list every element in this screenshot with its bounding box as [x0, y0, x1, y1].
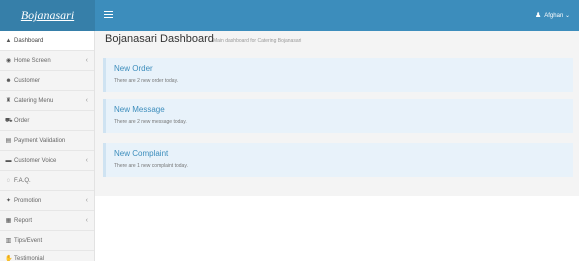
users-icon: ☻ — [5, 78, 12, 84]
envelope-icon: ▬ — [5, 158, 12, 164]
sidebar-item-label: Catering Menu — [14, 98, 54, 104]
chevron-down-icon: ⌄ — [564, 13, 570, 19]
callout-text: There are 2 new order today. — [114, 78, 179, 84]
page-title: Bojanasari Dashboard — [105, 33, 214, 45]
chevron-left-icon: ‹ — [85, 57, 88, 64]
callout-new-complaint: New Complaint There are 1 new complaint … — [103, 143, 573, 177]
sidebar-item-customer-voice[interactable]: ▬ Customer Voice ‹ — [0, 151, 94, 171]
callout-text: There are 2 new message today. — [114, 119, 187, 125]
sidebar-item-promotion[interactable]: ✦ Promotion ‹ — [0, 191, 94, 211]
chevron-left-icon: ‹ — [85, 97, 88, 104]
eye-icon: ◉ — [5, 58, 12, 64]
sidebar-item-dashboard[interactable]: ▲ Dashboard — [0, 31, 94, 51]
comment-icon: ◌ — [6, 178, 11, 184]
cutlery-icon: ♜ — [5, 98, 12, 104]
chevron-left-icon: ‹ — [85, 157, 88, 164]
sidebar-toggle-icon[interactable] — [104, 11, 113, 18]
content-blank-area — [95, 196, 579, 261]
thumbs-up-icon: ✋ — [5, 256, 13, 261]
callout-new-order: New Order There are 2 new order today. — [103, 58, 573, 92]
brand-logo[interactable]: Bojanasari — [0, 0, 95, 31]
chevron-left-icon: ‹ — [85, 217, 88, 224]
callout-title: New Message — [114, 105, 165, 114]
sidebar-item-catering-menu[interactable]: ♜ Catering Menu ‹ — [0, 91, 94, 111]
cart-icon: ⛟ — [5, 118, 13, 124]
sidebar-item-label: Order — [14, 118, 30, 124]
main-content: Bojanasari Dashboard Main dashboard for … — [95, 31, 579, 261]
bullhorn-icon: ✦ — [5, 198, 12, 204]
sidebar-item-payment-validation[interactable]: ▤ Payment Validation — [0, 131, 94, 151]
sidebar-item-label: Customer Voice — [14, 158, 57, 164]
credit-card-icon: ▤ — [5, 138, 12, 144]
sidebar-item-tips-event[interactable]: ▥ Tips/Event — [0, 231, 94, 251]
sidebar-item-customer[interactable]: ☻ Customer — [0, 71, 94, 91]
sidebar-item-order[interactable]: ⛟ Order — [0, 111, 94, 131]
callout-text: There are 1 new complaint today. — [114, 163, 188, 169]
sidebar-item-label: Dashboard — [14, 38, 44, 44]
sidebar-item-faq[interactable]: ◌ F.A.Q. — [0, 171, 94, 191]
sidebar-item-label: F.A.Q. — [14, 178, 31, 184]
chevron-left-icon: ‹ — [85, 197, 88, 204]
sidebar-item-label: Home Screen — [14, 58, 51, 64]
sidebar: ▲ Dashboard ◉ Home Screen ‹ ☻ Customer ♜… — [0, 31, 95, 261]
callout-title: New Order — [114, 64, 153, 73]
list-icon: ▥ — [5, 238, 12, 244]
callout-new-message: New Message There are 2 new message toda… — [103, 99, 573, 133]
sidebar-item-label: Payment Validation — [14, 138, 66, 144]
sidebar-item-label: Promotion — [14, 198, 42, 204]
chart-icon: ▦ — [5, 218, 12, 224]
sidebar-item-testimonial[interactable]: ✋ Testimonial — [0, 249, 94, 261]
sidebar-item-label: Tips/Event — [14, 238, 43, 244]
callout-title: New Complaint — [114, 149, 169, 158]
page-subtitle: Main dashboard for Catering Bojanasari — [213, 38, 302, 44]
sidebar-item-report[interactable]: ▦ Report ‹ — [0, 211, 94, 231]
dashboard-icon: ▲ — [5, 38, 12, 44]
user-menu[interactable]: ♟ Afghan ⌄ — [535, 0, 570, 31]
user-name: Afghan — [544, 13, 564, 19]
user-icon: ♟ — [534, 12, 542, 19]
sidebar-item-label: Report — [14, 218, 33, 224]
sidebar-item-label: Customer — [14, 78, 41, 84]
sidebar-item-home-screen[interactable]: ◉ Home Screen ‹ — [0, 51, 94, 71]
top-navbar: Bojanasari ♟ Afghan ⌄ — [0, 0, 579, 31]
sidebar-item-label: Testimonial — [14, 256, 45, 261]
